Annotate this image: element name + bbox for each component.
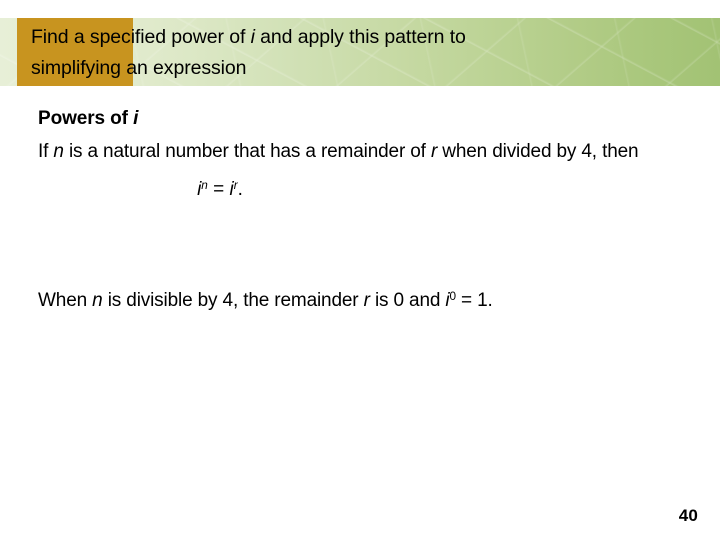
- closing-prefix: When: [38, 290, 93, 311]
- page-number: 40: [678, 506, 698, 525]
- definition-mid: is a natural number that has a remainder…: [63, 141, 431, 162]
- closing-mid2: is 0 and: [369, 290, 446, 311]
- formula-equals: =: [207, 179, 230, 200]
- title-line2: simplifying an expression: [31, 57, 247, 79]
- powers-heading-italic-i: i: [133, 108, 139, 129]
- closing-variable-n: n: [92, 290, 103, 311]
- variable-n: n: [53, 141, 64, 162]
- closing-paragraph: When n is divisible by 4, the remainder …: [38, 287, 688, 314]
- closing-suffix: = 1.: [455, 290, 493, 311]
- slide-title: Find a specified power of i and apply th…: [31, 18, 631, 86]
- body-content: Powers of i If n is a natural number tha…: [38, 106, 682, 203]
- definition-paragraph: If n is a natural number that has a rema…: [38, 138, 682, 165]
- formula-expression: in = ir.: [38, 176, 682, 203]
- title-banner: Find a specified power of i and apply th…: [0, 18, 720, 86]
- definition-prefix: If: [38, 141, 54, 162]
- definition-suffix: when divided by 4, then: [437, 141, 639, 162]
- closing-mid: is divisible by 4, the remainder: [102, 290, 364, 311]
- formula-period: .: [237, 179, 243, 200]
- powers-heading-text: Powers of: [38, 108, 134, 129]
- slide-canvas: Find a specified power of i and apply th…: [0, 0, 720, 540]
- title-line1-suffix: and apply this pattern to: [254, 26, 466, 48]
- powers-heading: Powers of i: [38, 106, 682, 132]
- title-line1-prefix: Find a specified power of: [31, 26, 251, 48]
